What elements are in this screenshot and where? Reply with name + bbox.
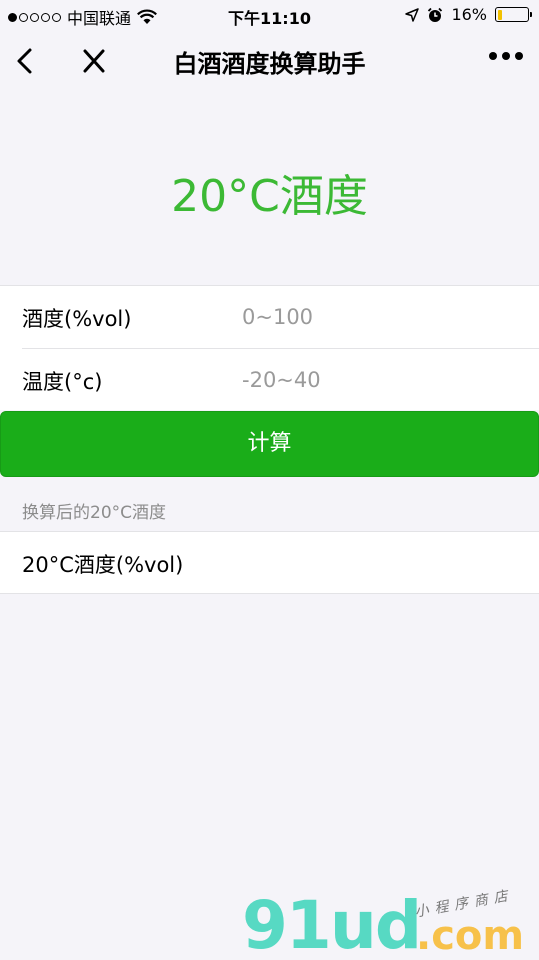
temperature-input[interactable] (242, 361, 522, 399)
watermark-main: 91ud (242, 887, 422, 960)
temperature-label: 温度(°c) (22, 370, 103, 394)
watermark-tld: .com (416, 913, 525, 959)
result-label: 20°C酒度(%vol) (22, 553, 184, 577)
watermark-logo: 91ud 小程序商店 .com (238, 885, 538, 960)
result-headline: 20°C酒度 (171, 171, 368, 222)
status-bar: 中国联通 下午11:10 16% (0, 0, 539, 30)
more-dots-icon[interactable] (489, 52, 523, 60)
battery-percent: 16% (451, 5, 487, 24)
temperature-row: 温度(°c) (0, 349, 539, 411)
calculate-button[interactable]: 计算 (0, 411, 539, 477)
battery-level-fill (497, 9, 503, 20)
abv-input[interactable] (242, 298, 522, 336)
alarm-icon (428, 7, 443, 22)
result-caption: 换算后的20°C酒度 (22, 503, 167, 523)
battery-icon (495, 7, 532, 22)
status-right: 16% (405, 5, 532, 24)
page-title: 白酒酒度换算助手 (173, 50, 366, 78)
abv-row: 酒度(%vol) (0, 286, 539, 348)
app-screen: 中国联通 下午11:10 16% 白酒酒度换算助手 20°C酒度 酒度(%vol… (0, 0, 539, 960)
nav-bar: 白酒酒度换算助手 (0, 30, 539, 92)
input-form: 酒度(%vol) 温度(°c) (0, 285, 539, 410)
result-panel: 20°C酒度(%vol) (0, 531, 539, 594)
location-arrow-icon (405, 7, 420, 22)
abv-label: 酒度(%vol) (22, 307, 132, 331)
